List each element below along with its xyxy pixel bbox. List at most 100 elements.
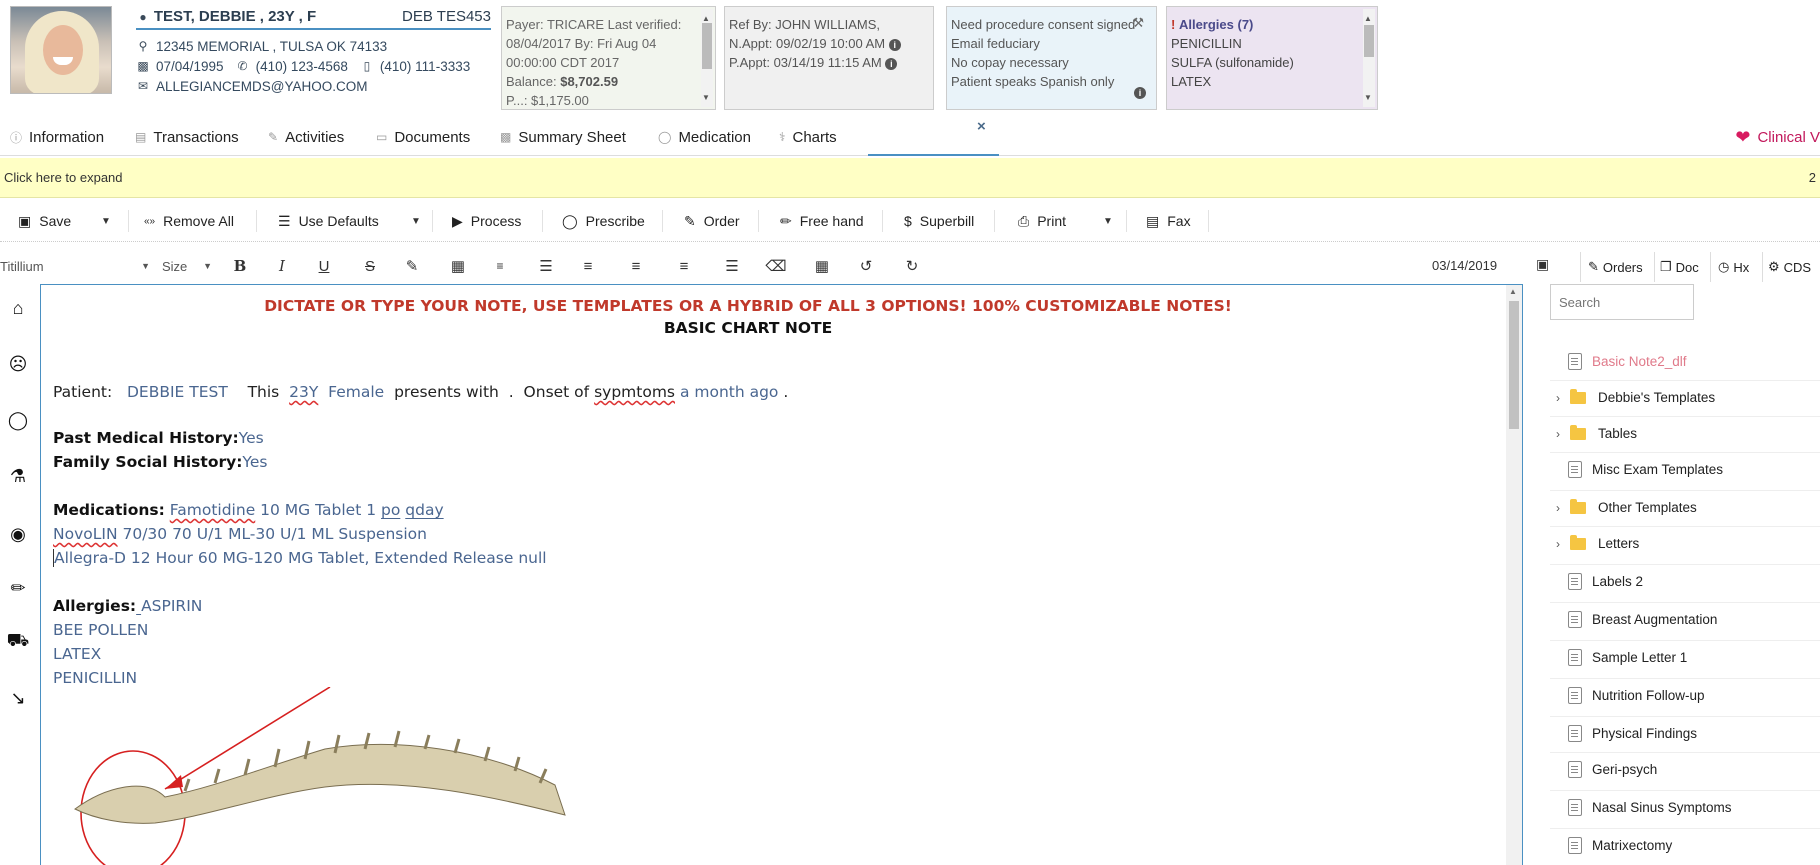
flask-icon[interactable]: ⚗ bbox=[4, 462, 32, 490]
highlighter-icon[interactable]: ✎ bbox=[400, 254, 424, 278]
info-icon[interactable]: i bbox=[1134, 87, 1146, 99]
tree-template[interactable]: Nutrition Follow-up bbox=[1550, 678, 1820, 712]
scroll-up-icon[interactable]: ▲ bbox=[1509, 287, 1517, 296]
tab-summary-sheet[interactable]: ▩ Summary Sheet bbox=[500, 122, 626, 152]
save-button[interactable]: ▣ Save bbox=[18, 206, 71, 236]
med1-dose[interactable]: 10 MG Tablet 1 bbox=[255, 501, 381, 519]
note-date[interactable]: 03/14/2019 bbox=[1432, 258, 1497, 273]
payer-scrollbar[interactable]: ▲ ▼ bbox=[701, 9, 713, 107]
bold-icon[interactable]: B bbox=[228, 254, 252, 278]
tree-folder[interactable]: › Letters bbox=[1550, 526, 1820, 560]
align-center-icon[interactable]: ≡ bbox=[624, 254, 648, 278]
prescribe-button[interactable]: ◯ Prescribe bbox=[562, 206, 645, 236]
print-dropdown-caret[interactable]: ▼ bbox=[1096, 206, 1120, 236]
allergies-scrollbar[interactable]: ▲ ▼ bbox=[1363, 9, 1375, 107]
scroll-thumb[interactable] bbox=[702, 23, 712, 69]
align-left-icon[interactable]: ≡ bbox=[576, 254, 600, 278]
tree-template[interactable]: Nasal Sinus Symptoms bbox=[1550, 790, 1820, 824]
tree-template[interactable]: Breast Augmentation bbox=[1550, 602, 1820, 636]
spine-illustration[interactable] bbox=[65, 687, 665, 865]
pill-icon[interactable]: ◯ bbox=[4, 406, 32, 434]
tab-documents[interactable]: ▭ Documents bbox=[376, 122, 470, 152]
med1-name[interactable]: Famotidine bbox=[170, 501, 255, 519]
note-gender[interactable]: Female bbox=[328, 383, 384, 401]
scroll-thumb[interactable] bbox=[1364, 25, 1374, 57]
tree-folder[interactable]: › Tables bbox=[1550, 416, 1820, 450]
scroll-thumb[interactable] bbox=[1509, 301, 1519, 429]
chevron-right-icon[interactable]: › bbox=[1550, 391, 1566, 405]
note-document[interactable]: DICTATE OR TYPE YOUR NOTE, USE TEMPLATES… bbox=[53, 297, 1493, 865]
chevron-right-icon[interactable]: › bbox=[1550, 501, 1566, 515]
superbill-button[interactable]: $ Superbill bbox=[904, 206, 974, 236]
frown-face-icon[interactable]: ☹ bbox=[4, 350, 32, 378]
expand-bar[interactable]: Click here to expand 2 bbox=[0, 158, 1820, 198]
font-size-select[interactable]: Size ▼ bbox=[162, 254, 212, 278]
clinical-link[interactable]: ❤ Clinical V bbox=[1735, 122, 1820, 152]
patient-photo[interactable] bbox=[10, 6, 112, 94]
tree-template[interactable]: Sample Letter 1 bbox=[1550, 640, 1820, 674]
remove-all-button[interactable]: «» Remove All bbox=[144, 206, 234, 236]
strikethrough-icon[interactable]: S bbox=[358, 254, 382, 278]
template-search-input[interactable] bbox=[1550, 284, 1694, 320]
tab-orders[interactable]: ✎ Orders bbox=[1588, 256, 1643, 278]
syringe-icon[interactable]: ✏ bbox=[4, 574, 32, 602]
print-button[interactable]: ⎙ Print bbox=[1018, 206, 1066, 236]
allergies-card[interactable]: ! Allergies (7) PENICILLIN SULFA (sulfon… bbox=[1166, 6, 1378, 110]
close-tab-icon[interactable]: × bbox=[977, 118, 986, 135]
note-patient-name[interactable]: DEBBIE TEST bbox=[127, 383, 228, 401]
table-icon[interactable]: ▦ bbox=[810, 254, 834, 278]
patient-phone1[interactable]: (410) 123-4568 bbox=[256, 59, 348, 74]
tab-hx[interactable]: ◷ Hx bbox=[1718, 256, 1749, 278]
defaults-dropdown-caret[interactable]: ▼ bbox=[404, 206, 428, 236]
note-age[interactable]: 23Y bbox=[289, 383, 318, 401]
font-family-select[interactable]: Titillium ▼ bbox=[0, 254, 150, 278]
fsh-value[interactable]: Yes bbox=[242, 453, 267, 471]
scroll-down-icon[interactable]: ▼ bbox=[702, 88, 710, 107]
alerts-card[interactable]: ⚒ Need procedure consent signed Email fe… bbox=[946, 6, 1157, 110]
med2-name[interactable]: NovoLIN bbox=[53, 525, 118, 543]
fax-button[interactable]: ▤ Fax bbox=[1146, 206, 1191, 236]
tree-template[interactable]: Physical Findings bbox=[1550, 716, 1820, 750]
tab-transactions[interactable]: ▤ Transactions bbox=[135, 122, 239, 152]
scroll-down-icon[interactable]: ▼ bbox=[1364, 88, 1372, 107]
patient-email[interactable]: ALLEGIANCEMDS@YAHOO.COM bbox=[156, 79, 368, 94]
tab-information[interactable]: ⓘ Information bbox=[10, 122, 104, 152]
med1-freq[interactable]: qday bbox=[405, 501, 443, 519]
tree-template[interactable]: Misc Exam Templates bbox=[1550, 452, 1820, 486]
calendar-icon[interactable]: ▣ bbox=[1536, 256, 1549, 273]
patient-phone2[interactable]: (410) 111-3333 bbox=[380, 59, 470, 74]
redo-icon[interactable]: ↻ bbox=[900, 254, 924, 278]
allergy-item[interactable]: LATEX bbox=[53, 645, 101, 663]
underline-icon[interactable]: U bbox=[312, 254, 336, 278]
med1-route[interactable]: po bbox=[381, 501, 400, 519]
justify-icon[interactable]: ☰ bbox=[720, 254, 744, 278]
italic-icon[interactable]: I bbox=[270, 254, 294, 278]
text-color-icon[interactable]: ▦ bbox=[446, 254, 470, 278]
line-chart-icon[interactable]: ↘ bbox=[4, 684, 32, 712]
note-editor[interactable]: DICTATE OR TYPE YOUR NOTE, USE TEMPLATES… bbox=[40, 284, 1523, 865]
tab-activities[interactable]: ✎ Activities bbox=[268, 122, 344, 152]
info-icon[interactable]: i bbox=[885, 58, 898, 70]
payer-card[interactable]: Payer: TRICARE Last verified: 08/04/2017… bbox=[501, 6, 716, 110]
save-dropdown-caret[interactable]: ▼ bbox=[94, 206, 118, 236]
tree-folder[interactable]: › Debbie's Templates bbox=[1550, 380, 1820, 414]
tree-template[interactable]: Matrixectomy bbox=[1550, 828, 1820, 862]
tab-doc[interactable]: ❐ Doc bbox=[1660, 256, 1699, 278]
referral-card[interactable]: Ref By: JOHN WILLIAMS, N.Appt: 09/02/19 … bbox=[724, 6, 934, 110]
undo-icon[interactable]: ↺ bbox=[854, 254, 878, 278]
med2-dose[interactable]: 70/30 70 U/1 ML-30 U/1 ML Suspension bbox=[118, 525, 427, 543]
chevron-right-icon[interactable]: › bbox=[1550, 427, 1566, 441]
allergy-item[interactable]: ASPIRIN bbox=[141, 597, 202, 615]
editor-scrollbar[interactable]: ▲ bbox=[1506, 285, 1522, 865]
info-icon[interactable]: i bbox=[888, 39, 901, 51]
eraser-icon[interactable]: ⌫ bbox=[764, 254, 788, 278]
tab-cds[interactable]: ⚙ CDS bbox=[1768, 256, 1811, 278]
home-icon[interactable]: ⌂ bbox=[4, 294, 32, 322]
allergy-item[interactable]: BEE POLLEN bbox=[53, 621, 148, 639]
camera-icon[interactable]: ◉ bbox=[4, 520, 32, 548]
tab-medication[interactable]: ◯ Medication bbox=[658, 122, 751, 152]
free-hand-button[interactable]: ✏ Free hand bbox=[780, 206, 864, 236]
onset-value[interactable]: a month ago bbox=[680, 383, 778, 401]
ordered-list-icon[interactable]: ≡ bbox=[488, 254, 512, 278]
order-button[interactable]: ✎ Order bbox=[684, 206, 740, 236]
